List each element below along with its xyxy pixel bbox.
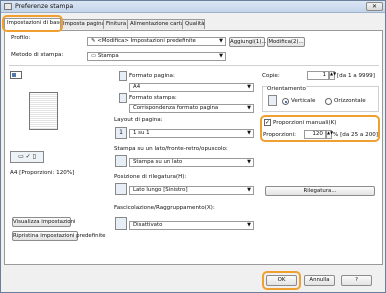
edit-profile-button[interactable]: Modifica(2)...	[267, 37, 305, 47]
window-title: Preferenze stampa	[15, 3, 74, 10]
collate-select[interactable]: Disattivato ▼	[129, 221, 254, 230]
page-preview-sheet	[29, 92, 58, 130]
manual-scaling-highlight	[260, 115, 380, 142]
cancel-button[interactable]: Annulla	[304, 275, 335, 286]
binding-value: Lato lungo [Sinistro]	[133, 187, 188, 193]
collate-value: Disattivato	[133, 222, 163, 228]
profile-select[interactable]: ✎ <Modifica> Impostazioni predefinite ▼	[87, 37, 226, 46]
tab-finishing[interactable]: Finitura	[103, 19, 128, 29]
binding-label: Posizione di rilegatura(H):	[114, 174, 187, 180]
duplex-icon	[115, 155, 127, 167]
orientation-horizontal-radio[interactable]	[325, 98, 332, 105]
tab-highlight	[2, 15, 63, 32]
title-bar: Preferenze stampa ✕	[1, 1, 385, 13]
preview-caption: A4 [Proporzioni: 120%]	[10, 170, 75, 176]
page-layout-value: 1 su 1	[133, 130, 150, 136]
divider	[9, 65, 379, 66]
help-button[interactable]: ?	[341, 275, 372, 286]
binding-button[interactable]: Rilegatura...	[265, 186, 375, 196]
page-layout-icon: 1	[115, 127, 127, 139]
chevron-down-icon: ▼	[247, 84, 251, 90]
duplex-label: Stampa su un lato/fronte-retro/opuscolo:	[114, 146, 228, 152]
view-settings-button[interactable]: Visualizza impostazioni	[12, 217, 76, 227]
preview-mode-icon[interactable]	[12, 73, 16, 77]
print-preferences-window: Preferenze stampa ✕ Impostazioni di base…	[0, 0, 386, 293]
page-size-value: A4	[133, 84, 141, 90]
printer-icon	[4, 3, 12, 10]
chevron-down-icon: ▼	[247, 130, 251, 136]
chevron-down-icon: ▼	[247, 159, 251, 165]
binding-select[interactable]: Lato lungo [Sinistro] ▼	[129, 186, 254, 195]
preview-toolbar	[10, 71, 22, 79]
copies-label: Copie:	[262, 73, 280, 79]
page-size-select[interactable]: A4 ▼	[129, 83, 254, 92]
page-size-icon	[119, 71, 127, 81]
copies-input[interactable]: 1	[307, 71, 329, 80]
output-method-value: Stampa	[97, 53, 119, 59]
output-size-select[interactable]: Corrispondenza formato pagina ▼	[129, 104, 254, 113]
page-size-label: Formato pagina:	[129, 73, 175, 79]
output-size-value: Corrispondenza formato pagina	[133, 105, 219, 111]
chevron-down-icon: ▼	[247, 105, 251, 111]
collate-icon	[115, 217, 127, 230]
close-button[interactable]: ✕	[366, 2, 383, 11]
printer-icon: ▭	[91, 53, 98, 59]
tab-paper-source[interactable]: Alimentazione carta	[127, 19, 183, 29]
settings-panel: Profilo: ✎ <Modifica> Impostazioni prede…	[4, 30, 383, 265]
chevron-down-icon: ▼	[219, 53, 223, 59]
output-size-icon	[119, 93, 127, 103]
ok-highlight	[262, 271, 301, 290]
orientation-group: Orientamento Verticale Orizzontale	[262, 86, 379, 112]
preview-controls: ▭ ✓ ▯	[10, 151, 44, 163]
orientation-label: Orientamento	[267, 86, 306, 92]
preview-icon[interactable]: ▭ ✓ ▯	[18, 153, 36, 160]
binding-icon	[115, 183, 127, 195]
profile-label: Profilo:	[11, 35, 31, 41]
page-layout-label: Layout di pagina:	[114, 117, 163, 123]
output-method-label: Metodo di stampa:	[11, 52, 64, 58]
orientation-vertical-radio[interactable]	[282, 98, 289, 105]
add-profile-button[interactable]: Aggiungi(1)...	[229, 37, 267, 47]
chevron-down-icon: ▼	[219, 38, 223, 44]
copies-spinner[interactable]: ▲▼	[329, 71, 336, 80]
restore-defaults-button[interactable]: Ripristina impostazioni predefinite	[12, 231, 106, 241]
collate-label: Fascicolazione/Raggruppamento(X):	[114, 205, 215, 211]
chevron-down-icon: ▼	[247, 222, 251, 228]
tab-quality[interactable]: Qualità	[182, 19, 205, 29]
output-method-select[interactable]: ▭ Stampa ▼	[87, 52, 226, 61]
duplex-select[interactable]: Stampa su un lato ▼	[129, 158, 254, 167]
tab-page-setup[interactable]: Imposta pagina	[60, 19, 104, 29]
orientation-horizontal-label: Orizzontale	[334, 98, 366, 104]
page-layout-select[interactable]: 1 su 1 ▼	[129, 129, 254, 138]
orientation-icon	[268, 95, 277, 106]
profile-value: <Modifica> Impostazioni predefinite	[97, 38, 196, 44]
duplex-value: Stampa su un lato	[133, 159, 183, 165]
copies-range: [da 1 a 9999]	[337, 73, 375, 79]
output-size-label: Formato stampa:	[129, 95, 177, 101]
orientation-vertical-label: Verticale	[291, 98, 316, 104]
chevron-down-icon: ▼	[247, 187, 251, 193]
